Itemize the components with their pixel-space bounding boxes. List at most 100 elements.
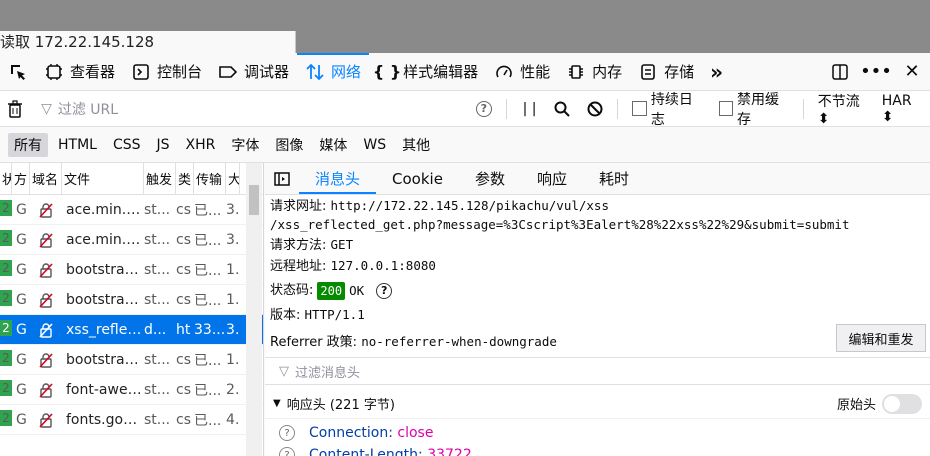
tab-network[interactable]: 网络 — [297, 53, 370, 90]
disable-cache-checkbox[interactable]: 禁用缓存 — [718, 89, 791, 129]
method-cell: G — [16, 291, 27, 308]
type-filter-button[interactable]: XHR — [180, 135, 222, 155]
detail-tab[interactable]: 消息头 — [299, 163, 377, 194]
har-menu[interactable]: HAR ⬍ — [882, 93, 926, 125]
column-header[interactable]: 传输 — [194, 163, 226, 194]
search-button[interactable] — [546, 101, 579, 117]
toggle-switch[interactable] — [882, 393, 922, 414]
detail-tab[interactable]: 参数 — [459, 163, 521, 194]
devtools-toolbar: 查看器 控制台 调试器 网络 { } 样式编辑器 性能 内存 存储 » ••• ✕ — [0, 53, 930, 91]
file-cell: ace.min.css — [66, 231, 144, 248]
block-button[interactable] — [579, 101, 612, 117]
insecure-lock-icon — [39, 262, 53, 278]
tab-style-editor[interactable]: { } 样式编辑器 — [369, 53, 486, 90]
request-row[interactable]: 2Gxss_reflec...d... ht33...32 — [0, 315, 263, 345]
status-url: 读取 172.22.145.128 — [0, 31, 296, 53]
request-row[interactable]: 2Gace.min.cssst... cs已...38 — [0, 225, 263, 255]
request-row[interactable]: 2Gfonts.goo...st... cs已...49 — [0, 405, 263, 435]
type-filter-button[interactable]: 字体 — [225, 133, 265, 157]
column-header[interactable]: 方 — [12, 163, 30, 194]
tab-console[interactable]: 控制台 — [123, 53, 210, 90]
status-badge: 2 — [0, 199, 12, 216]
size-cell: 26 — [226, 381, 240, 398]
clear-button[interactable] — [0, 99, 29, 118]
status-help-icon[interactable]: ? — [376, 283, 393, 299]
insecure-lock-icon — [39, 412, 53, 428]
status-badge: 2 — [0, 229, 12, 246]
debugger-icon — [218, 62, 238, 82]
type-filter-button[interactable]: 所有 — [8, 132, 48, 157]
transfer-cell: 已... — [194, 262, 222, 279]
column-header[interactable]: 域名 — [30, 163, 62, 194]
type-filter-button[interactable]: HTML — [52, 135, 103, 155]
method-cell: G — [16, 381, 27, 398]
column-header[interactable]: 状 — [0, 163, 12, 194]
type-filter-button[interactable]: 图像 — [269, 133, 309, 157]
size-cell: 49 — [226, 411, 240, 428]
dock-icon — [832, 63, 848, 80]
close-devtools-button[interactable]: ✕ — [894, 53, 930, 91]
filter-headers-input[interactable]: ▽ 过滤消息头 — [265, 357, 930, 385]
column-header[interactable]: 文件 — [62, 163, 144, 194]
type-filter-button[interactable]: WS — [357, 135, 392, 155]
method-cell: G — [16, 261, 27, 278]
filter-url-input[interactable]: ▽ 过滤 URL — [41, 99, 467, 119]
column-header[interactable]: 类 — [176, 163, 194, 194]
raw-headers-toggle[interactable]: 原始头 — [837, 393, 922, 414]
cause-cell: st... — [144, 231, 171, 248]
type-cell: cs — [176, 261, 191, 278]
remote-address-row: 远程地址: 127.0.0.1:8080 — [270, 258, 436, 274]
type-cell: cs — [176, 381, 191, 398]
request-row[interactable]: 2Gace.min.cssst... cs已...38 — [0, 195, 263, 225]
dock-button[interactable] — [822, 53, 858, 91]
request-row[interactable]: 2Gbootstrap....st... cs已...11 — [0, 345, 263, 375]
element-picker-button[interactable] — [0, 53, 36, 90]
type-cell: cs — [176, 291, 191, 308]
status-badge: 2 — [0, 349, 12, 366]
method-cell: G — [16, 411, 27, 428]
column-header[interactable]: 大 — [226, 163, 240, 194]
tab-performance[interactable]: 性能 — [486, 53, 558, 90]
tab-label: 性能 — [520, 63, 551, 81]
type-filter-button[interactable]: 媒体 — [313, 133, 353, 157]
detail-tab[interactable]: 响应 — [521, 163, 583, 194]
network-filter-bar: ▽ 过滤 URL ? | | 持续日志 禁用缓存 不节流 ⬍ HAR ⬍ — [0, 89, 930, 129]
help-button[interactable]: ? — [468, 100, 501, 117]
panel-icon — [274, 171, 290, 186]
edit-resend-button[interactable]: 编辑和重发 — [836, 324, 926, 352]
search-icon — [554, 101, 571, 117]
help-icon[interactable]: ? — [279, 447, 295, 456]
help-icon[interactable]: ? — [279, 425, 295, 441]
cause-cell: st... — [144, 351, 171, 368]
column-header[interactable]: 触发 — [144, 163, 176, 194]
response-headers-section[interactable]: ▼ 响应头 (221 字节) 原始头 — [265, 389, 930, 419]
type-filter-button[interactable]: CSS — [107, 135, 147, 155]
transfer-cell: 已... — [194, 292, 222, 309]
cause-cell: st... — [144, 411, 171, 428]
request-row[interactable]: 2Gbootstrap....st... cs已...11 — [0, 255, 263, 285]
request-details-panel: 消息头 Cookie 参数 响应 耗时 请求网址: http://172.22.145.… — [265, 163, 930, 456]
more-tools-button[interactable]: » — [702, 53, 731, 90]
type-filter-button[interactable]: JS — [151, 135, 176, 155]
request-list-scrollbar[interactable] — [246, 163, 262, 456]
options-menu-button[interactable]: ••• — [858, 53, 894, 91]
request-list: 状方域名文件触发类传输大 2Gace.min.cssst...cs已...382… — [0, 163, 264, 456]
header-key: Content-Length: — [309, 447, 423, 456]
tab-inspector[interactable]: 查看器 — [36, 53, 123, 90]
expand-triangle-icon: ▼ — [273, 398, 281, 409]
detail-tab[interactable]: Cookie — [376, 163, 459, 194]
request-row[interactable]: 2Gbootstrap....st... cs已...11 — [0, 285, 263, 315]
style-editor-icon: { } — [372, 62, 402, 81]
persist-logs-checkbox[interactable]: 持续日志 — [632, 89, 704, 129]
detail-tab[interactable]: 耗时 — [583, 163, 645, 194]
tab-storage[interactable]: 存储 — [630, 53, 702, 90]
toggle-panel-button[interactable] — [265, 171, 299, 187]
request-method-row: 请求方法: GET — [270, 237, 354, 253]
pause-button[interactable]: | | — [513, 101, 546, 117]
request-row[interactable]: 2Gfont-awes...st... cs已...26 — [0, 375, 263, 405]
tab-memory[interactable]: 内存 — [558, 53, 630, 90]
request-list-header: 状方域名文件触发类传输大 — [0, 163, 263, 195]
type-filter-button[interactable]: 其他 — [396, 133, 436, 157]
throttle-select[interactable]: 不节流 ⬍ — [818, 91, 874, 127]
tab-debugger[interactable]: 调试器 — [210, 53, 297, 90]
